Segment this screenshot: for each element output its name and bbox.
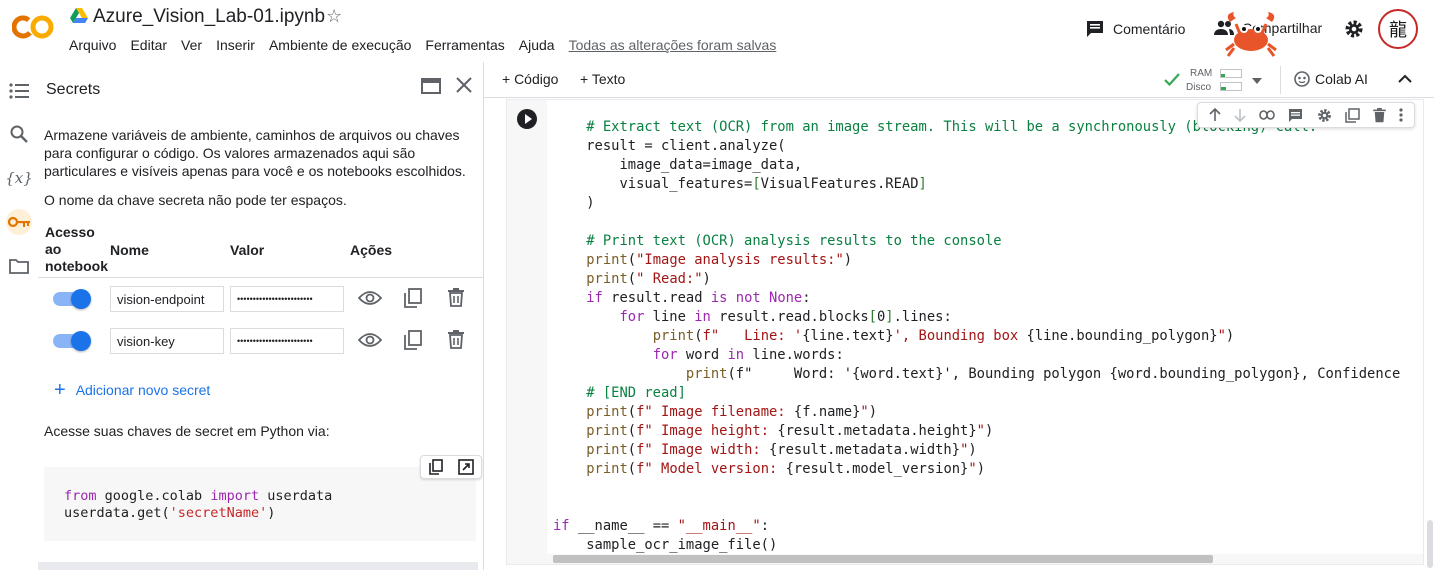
user-avatar[interactable]: 龍 — [1378, 9, 1418, 49]
secret-name-field[interactable]: vision-endpoint — [110, 286, 224, 312]
eye-icon[interactable] — [358, 291, 382, 305]
menu-tools[interactable]: Ferramentas — [425, 37, 504, 53]
copy-icon[interactable] — [428, 459, 443, 475]
delete-icon[interactable] — [1373, 107, 1386, 123]
gear-icon[interactable] — [1317, 108, 1332, 123]
ram-bar — [1220, 69, 1242, 78]
comment-button[interactable]: Comentário — [1086, 20, 1185, 38]
close-icon[interactable] — [456, 77, 472, 93]
menu-bar: Arquivo Editar Ver Inserir Ambiente de e… — [62, 37, 783, 53]
search-icon[interactable] — [6, 121, 32, 147]
secrets-panel: Secrets Armazene variáveis de ambiente, … — [38, 62, 484, 570]
snippet-code: from google.colab import userdata userda… — [64, 488, 333, 521]
column-access: Acesso ao notebook — [45, 224, 108, 274]
eye-icon[interactable] — [358, 333, 382, 347]
secret-value-field[interactable]: •••••••••••••••••••••••• — [230, 328, 344, 354]
vertical-scrollbar[interactable] — [1427, 520, 1433, 568]
vertical-scroll-track — [1424, 99, 1434, 570]
colab-logo[interactable] — [12, 12, 54, 42]
menu-runtime[interactable]: Ambiente de execução — [269, 37, 411, 53]
notebook-title[interactable]: Azure_Vision_Lab-01.ipynb — [93, 6, 325, 28]
runtime-status[interactable]: RAM Disco — [1164, 68, 1264, 94]
ai-icon — [1294, 71, 1310, 87]
secret-row: vision-key •••••••••••••••••••••••• — [38, 324, 484, 364]
cell-code[interactable]: # Extract text (OCR) from an image strea… — [553, 118, 1400, 554]
panel-scrollbar[interactable] — [38, 562, 478, 570]
key-icon[interactable] — [6, 209, 32, 235]
menu-edit[interactable]: Editar — [130, 37, 167, 53]
run-cell-button[interactable] — [517, 109, 537, 129]
add-secret-label: Adicionar novo secret — [75, 382, 211, 398]
secret-row: vision-endpoint •••••••••••••••••••••••• — [38, 282, 484, 322]
table-divider — [38, 277, 484, 278]
notebook-access-toggle[interactable] — [53, 331, 91, 351]
ram-label: RAM — [1190, 68, 1213, 79]
access-note: Acesse suas chaves de secret em Python v… — [44, 423, 330, 439]
chevron-down-icon[interactable] — [1252, 78, 1262, 84]
settings-gear-icon[interactable] — [1344, 19, 1364, 39]
secret-value-field[interactable]: •••••••••••••••••••••••• — [230, 286, 344, 312]
plus-icon: + — [54, 379, 66, 401]
add-code-button[interactable]: + Código — [502, 71, 558, 87]
code-snippet: from google.colab import userdata userda… — [44, 455, 482, 541]
secrets-name-note: O nome da chave secreta não pode ter esp… — [44, 192, 347, 208]
variables-icon[interactable]: {x} — [5, 165, 33, 191]
move-up-icon[interactable] — [1209, 108, 1221, 122]
secret-name-field[interactable]: vision-key — [110, 328, 224, 354]
comment-label: Comentário — [1113, 21, 1186, 37]
notebook-access-toggle[interactable] — [53, 289, 91, 309]
star-icon[interactable]: ☆ — [326, 6, 342, 27]
secrets-description: Armazene variáveis de ambiente, caminhos… — [44, 127, 466, 179]
copy-icon[interactable] — [404, 330, 422, 350]
folder-icon[interactable] — [6, 253, 32, 279]
comment-icon — [1087, 21, 1103, 37]
left-rail: {x} — [0, 62, 38, 570]
cell-editor[interactable]: # Extract text (OCR) from an image strea… — [547, 100, 1423, 554]
copy-icon[interactable] — [404, 288, 422, 308]
link-icon[interactable] — [1259, 110, 1275, 120]
colab-ai-button[interactable]: Colab AI — [1294, 71, 1368, 87]
toolbar-divider — [1280, 66, 1281, 94]
delete-icon[interactable] — [448, 288, 464, 307]
code-cell[interactable]: # Extract text (OCR) from an image strea… — [506, 99, 1424, 565]
check-icon — [1164, 73, 1180, 86]
insert-code-icon[interactable] — [457, 459, 474, 475]
drive-icon — [70, 8, 88, 23]
cell-toolbar — [1197, 102, 1415, 128]
menu-file[interactable]: Arquivo — [69, 37, 116, 53]
menu-help[interactable]: Ajuda — [519, 37, 555, 53]
open-in-tab-icon[interactable] — [421, 78, 441, 94]
move-down-icon[interactable] — [1234, 108, 1246, 122]
snippet-toolbar — [420, 455, 482, 479]
add-secret-button[interactable]: + Adicionar novo secret — [54, 379, 211, 401]
horizontal-scrollbar[interactable] — [553, 555, 1213, 563]
menu-view[interactable]: Ver — [181, 37, 202, 53]
colab-ai-label: Colab AI — [1315, 71, 1368, 87]
menu-insert[interactable]: Inserir — [216, 37, 255, 53]
table-of-contents-icon[interactable] — [6, 78, 32, 104]
comment-icon[interactable] — [1288, 108, 1303, 123]
mirror-cell-icon[interactable] — [1345, 107, 1360, 123]
delete-icon[interactable] — [448, 330, 464, 349]
add-text-button[interactable]: + Texto — [580, 71, 625, 87]
disk-label: Disco — [1186, 82, 1212, 93]
notebook-toolbar: + Código + Texto RAM Disco Colab AI — [484, 62, 1434, 98]
column-actions: Ações — [350, 242, 393, 258]
panel-title: Secrets — [46, 81, 101, 98]
more-vert-icon[interactable] — [1399, 108, 1403, 122]
column-value: Valor — [230, 242, 265, 258]
cell-gutter — [507, 100, 547, 564]
top-bar: Azure_Vision_Lab-01.ipynb ☆ Arquivo Edit… — [0, 0, 1434, 62]
disk-bar — [1220, 82, 1242, 91]
chevron-up-icon[interactable] — [1398, 71, 1412, 87]
saved-status[interactable]: Todas as alterações foram salvas — [569, 37, 777, 53]
crab-icon — [1225, 12, 1277, 57]
column-name: Nome — [110, 242, 149, 258]
